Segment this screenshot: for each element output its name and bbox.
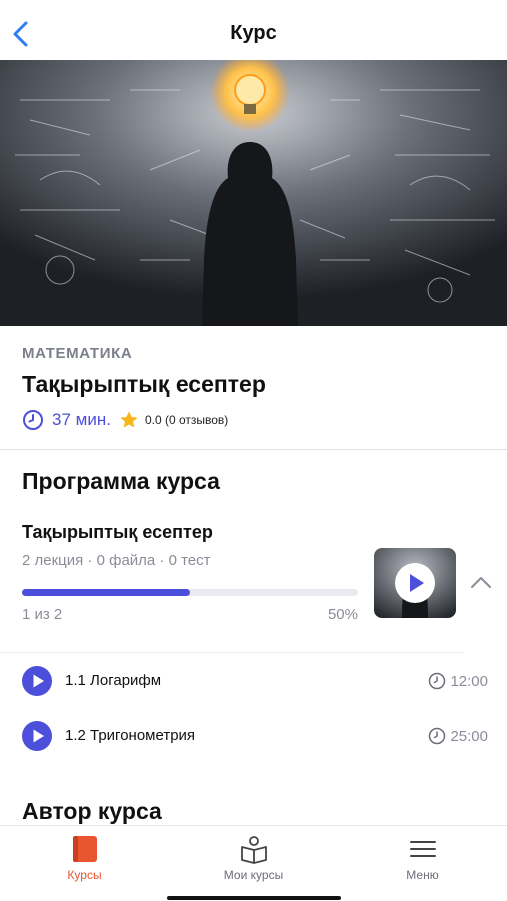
lesson-name: 1.1 Логарифм <box>65 672 162 689</box>
play-icon[interactable] <box>22 666 52 696</box>
course-meta: 37 мин. 0.0 (0 отзывов) <box>22 408 228 432</box>
lesson-row[interactable]: 1.1 Логарифм 12:00 <box>22 666 488 696</box>
course-cover-image <box>0 60 507 326</box>
author-heading: Автор курса <box>22 798 162 824</box>
home-indicator <box>167 896 341 900</box>
clock-icon <box>429 672 446 690</box>
lesson-time: 12:00 <box>450 672 488 690</box>
book-icon <box>73 836 97 862</box>
module-video-thumbnail[interactable] <box>374 548 456 618</box>
section-divider <box>0 449 507 450</box>
bottom-tab-bar: Курсы Мои курсы Меню <box>0 825 507 901</box>
lesson-row[interactable]: 1.2 Тригонометрия 25:00 <box>22 721 488 751</box>
clock-icon <box>23 410 43 430</box>
tab-menu[interactable]: Меню <box>338 826 507 901</box>
course-duration: 37 мин. <box>52 410 111 429</box>
collapse-chevron-icon[interactable] <box>468 572 494 594</box>
lesson-duration: 25:00 <box>428 727 488 745</box>
module-title[interactable]: Тақырыптық есептер <box>22 522 213 543</box>
module-progress-fill <box>22 589 190 596</box>
tab-label: Мои курсы <box>223 868 284 882</box>
reading-person-icon <box>241 836 267 864</box>
tab-my-courses[interactable]: Мои курсы <box>169 826 338 901</box>
play-icon[interactable] <box>22 721 52 751</box>
lesson-duration: 12:00 <box>428 672 488 690</box>
menu-icon <box>410 841 436 857</box>
tab-label: Курсы <box>67 868 102 882</box>
play-icon[interactable] <box>395 563 435 603</box>
progress-percent: 50% <box>327 606 358 623</box>
top-nav-bar: Курс <box>0 0 507 60</box>
course-category: МАТЕМАТИКА <box>22 345 133 362</box>
module-progress-bar <box>22 589 358 596</box>
progress-count: 1 из 2 <box>22 606 63 623</box>
tab-label: Меню <box>406 868 439 882</box>
lesson-time: 25:00 <box>450 727 488 745</box>
star-icon <box>120 411 138 428</box>
course-rating: 0.0 (0 отзывов) <box>144 413 229 427</box>
tab-courses[interactable]: Курсы <box>0 826 169 901</box>
module-divider <box>0 652 463 653</box>
clock-icon <box>429 727 446 745</box>
lesson-name: 1.2 Тригонометрия <box>65 727 196 744</box>
course-title: Тақырыптық есептер <box>22 371 266 397</box>
page-title: Курс <box>230 22 277 44</box>
module-stats: 2 лекция · 0 файла · 0 тест <box>22 552 211 569</box>
program-heading: Программа курса <box>22 468 220 494</box>
